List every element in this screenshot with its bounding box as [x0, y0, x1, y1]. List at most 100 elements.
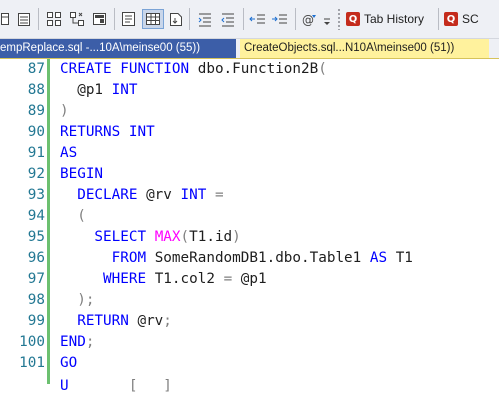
results-to-grid-icon[interactable] [142, 9, 164, 29]
code-token: dbo.Function2B [197, 61, 319, 77]
sc-label: SC [462, 12, 479, 26]
document-tab-strip: empReplace.sql -...10A\meinse00 (55)) Cr… [0, 39, 499, 58]
line-number: 91 [27, 145, 45, 161]
code-token: ( [60, 208, 86, 224]
sc-button[interactable]: Q SC [444, 8, 479, 30]
list-view-icon[interactable] [15, 9, 33, 29]
tab-createobjects[interactable]: CreateObjects.sql...N10A\meinse00 (51)) [240, 39, 489, 58]
line-number: 99 [27, 313, 45, 329]
code-token: @p1 [60, 82, 112, 98]
code-token: @rv [137, 313, 164, 329]
partial-code-line: U [ ] [0, 376, 499, 392]
toolbar-separator [189, 8, 190, 30]
code-token: END [60, 334, 86, 350]
code-token: U [60, 378, 69, 392]
code-token: ; [85, 334, 95, 350]
line-code: SELECT MAX(T1.id) [60, 227, 241, 248]
code-line[interactable]: 95 SELECT MAX(T1.id) [0, 227, 241, 248]
line-number: 92 [27, 166, 45, 182]
line-code: DECLARE @rv INT = [60, 185, 224, 206]
toolbar-separator [38, 8, 39, 30]
line-number: 88 [27, 82, 45, 98]
schema-icon[interactable] [67, 9, 87, 29]
code-line[interactable]: 93 DECLARE @rv INT = [0, 185, 224, 206]
code-line[interactable]: 91 AS [0, 143, 77, 164]
toolbar-separator [295, 8, 296, 30]
window-icon[interactable] [1, 9, 10, 29]
toolbar-separator [243, 8, 244, 30]
line-number: 87 [27, 61, 45, 77]
code-token: MAX [154, 229, 181, 245]
line-code: RETURN @rv; [60, 311, 172, 332]
results-window-icon[interactable] [90, 9, 110, 29]
code-line[interactable]: 101 GO [0, 353, 77, 374]
code-token: CREATE FUNCTION [60, 61, 198, 77]
code-line[interactable]: 99 RETURN @rv; [0, 311, 172, 332]
code-token: SELECT [60, 229, 155, 245]
code-token: INT [111, 82, 138, 98]
code-token: ( [318, 61, 327, 77]
line-number: 100 [19, 334, 45, 350]
results-to-text-icon[interactable] [119, 9, 139, 29]
code-line[interactable]: 90 RETURNS INT [0, 122, 155, 143]
tab-empreplace[interactable]: empReplace.sql -...10A\meinse00 (55)) [0, 39, 236, 58]
code-editor[interactable]: 87 CREATE FUNCTION dbo.Function2B(88 @p1 … [0, 59, 499, 407]
code-token: ( [180, 229, 190, 245]
code-token: = [223, 271, 241, 287]
code-line[interactable]: 96 FROM SomeRandomDB1.dbo.Table1 AS T1 [0, 248, 413, 269]
tab-history-button[interactable]: Q Tab History [346, 8, 424, 30]
code-line[interactable]: 89) [0, 101, 69, 122]
sc-icon: Q [444, 12, 458, 26]
chevron-down-icon[interactable] [322, 9, 332, 29]
code-token: T1 [395, 250, 413, 266]
line-number: 93 [27, 187, 45, 203]
code-token: AS [369, 250, 396, 266]
code-token: INT [180, 187, 215, 203]
code-token: ); [60, 292, 95, 308]
code-line[interactable]: 87 CREATE FUNCTION dbo.Function2B( [0, 59, 327, 80]
code-token: @p1 [240, 271, 267, 287]
toolbar-grip[interactable] [337, 8, 342, 30]
comment-lines-icon[interactable] [195, 9, 215, 29]
code-line[interactable]: 97 WHERE T1.col2 = @p1 [0, 269, 267, 290]
line-code: ); [60, 290, 94, 311]
toolbar-separator [114, 8, 115, 30]
change-tracking-bar [47, 59, 50, 384]
line-number: 89 [27, 103, 45, 119]
code-token: T1.col2 [154, 271, 224, 287]
code-token: ; [163, 313, 172, 329]
line-number: 101 [19, 355, 45, 371]
decrease-indent-icon[interactable] [248, 9, 268, 29]
line-number: 94 [27, 208, 45, 224]
line-code: END; [60, 332, 94, 353]
line-code: FROM SomeRandomDB1.dbo.Table1 AS T1 [60, 248, 413, 269]
code-token: ) [60, 103, 69, 119]
line-code: ) [60, 101, 69, 122]
toolbar: @ Q Tab History Q SC [0, 0, 499, 39]
code-token: GO [60, 355, 78, 371]
increase-indent-icon[interactable] [270, 9, 290, 29]
line-code: GO [60, 353, 77, 374]
code-line[interactable]: 100 END; [0, 332, 94, 353]
code-token: = [214, 187, 224, 203]
line-number: 96 [27, 250, 45, 266]
object-explorer-icon[interactable] [44, 9, 64, 29]
line-number: 95 [27, 229, 45, 245]
code-line[interactable]: 88 @p1 INT [0, 80, 138, 101]
line-code: CREATE FUNCTION dbo.Function2B( [60, 59, 327, 80]
uncomment-lines-icon[interactable] [218, 9, 238, 29]
line-code: AS [60, 143, 77, 164]
code-line[interactable]: 92 BEGIN [0, 164, 103, 185]
code-token: SomeRandomDB1.dbo.Table1 [154, 250, 370, 266]
code-line[interactable]: 98 ); [0, 290, 95, 311]
line-code: U [ ] [60, 376, 172, 392]
line-number: 90 [27, 124, 45, 140]
line-number: 97 [27, 271, 45, 287]
line-code: @p1 INT [60, 80, 137, 101]
specify-template-values-icon[interactable]: @ [300, 9, 320, 29]
results-to-file-icon[interactable] [167, 9, 185, 29]
code-line[interactable]: 94 ( [0, 206, 86, 227]
code-token: ) [232, 229, 241, 245]
code-token: [ ] [128, 378, 172, 392]
